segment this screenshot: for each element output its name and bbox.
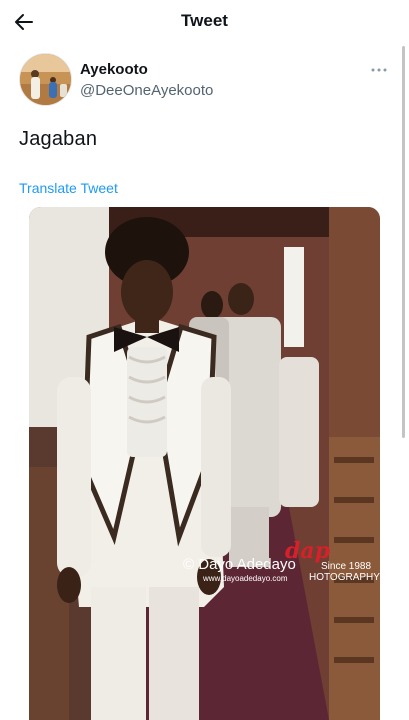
more-horizontal-icon bbox=[371, 68, 387, 72]
watermark-since: Since 1988 bbox=[321, 561, 372, 572]
more-button[interactable] bbox=[369, 63, 389, 77]
translate-tweet-link[interactable]: Translate Tweet bbox=[19, 180, 118, 196]
avatar[interactable] bbox=[19, 53, 72, 106]
tweet-photo[interactable] bbox=[29, 207, 380, 720]
scrollbar[interactable] bbox=[402, 46, 405, 438]
page-title: Tweet bbox=[181, 11, 228, 30]
author-handle[interactable]: @DeeOneAyekooto bbox=[80, 82, 213, 99]
tweet-author: Ayekooto @DeeOneAyekooto bbox=[19, 53, 391, 109]
photo-image bbox=[29, 207, 380, 720]
author-display-name[interactable]: Ayekooto bbox=[80, 61, 148, 78]
watermark-url: www.dayoadedayo.com bbox=[203, 574, 288, 583]
watermark-photography: HOTOGRAPHY bbox=[309, 572, 380, 583]
top-bar: Tweet bbox=[0, 0, 409, 44]
tweet-text: Jagaban bbox=[19, 128, 98, 150]
watermark-name: © Dayo Adedayo bbox=[183, 556, 296, 573]
